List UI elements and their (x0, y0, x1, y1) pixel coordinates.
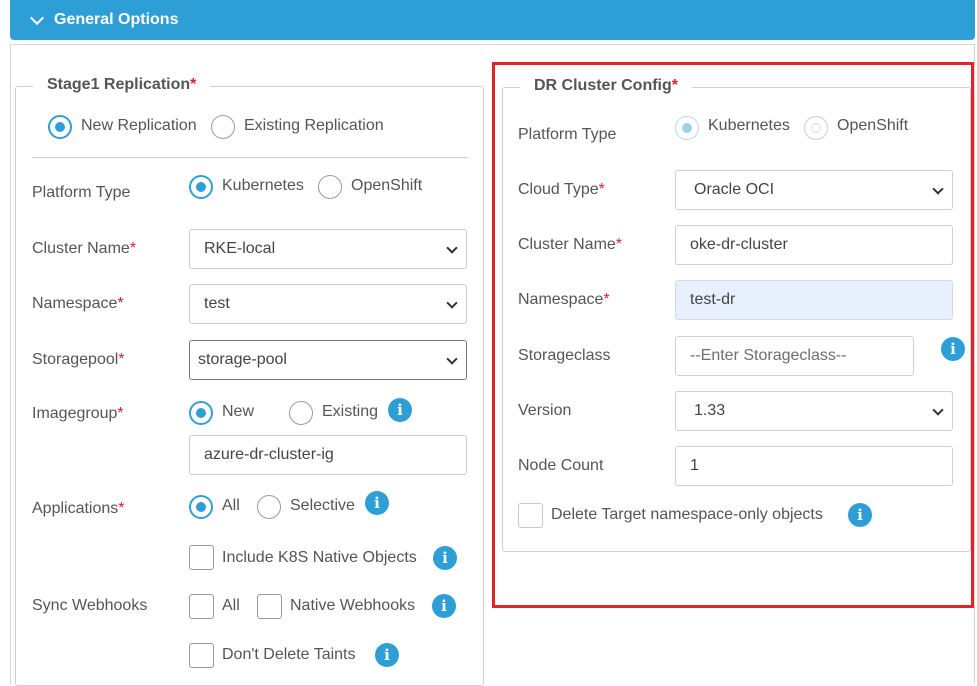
imagegroup-existing-radio[interactable] (289, 401, 313, 425)
info-icon[interactable]: i (365, 491, 389, 515)
cluster-name-select[interactable]: RKE-local (189, 229, 467, 269)
applications-label-text: Applications (32, 500, 119, 517)
applications-selective-radio[interactable] (257, 495, 281, 519)
include-k8s-checkbox[interactable] (189, 545, 214, 570)
general-options-header[interactable]: General Options (10, 0, 975, 40)
namespace-value: test (204, 295, 230, 312)
imagegroup-existing-label: Existing (322, 403, 379, 420)
existing-replication-label: Existing Replication (244, 117, 384, 134)
imagegroup-label-text: Imagegroup (32, 405, 118, 422)
storagepool-select[interactable]: storage-pool (189, 340, 467, 380)
cluster-name-value: RKE-local (204, 240, 276, 257)
required-mark: * (117, 295, 124, 312)
required-mark: * (118, 351, 125, 368)
info-icon[interactable]: i (433, 546, 457, 570)
chevron-down-icon (446, 353, 458, 365)
header-title: General Options (54, 11, 179, 28)
applications-all-label: All (222, 497, 240, 514)
required-mark: * (190, 76, 197, 93)
sync-webhooks-label: Sync Webhooks (32, 597, 148, 614)
info-icon[interactable]: i (375, 643, 399, 667)
native-webhooks-label: Native Webhooks (290, 597, 416, 614)
kubernetes-label: Kubernetes (222, 177, 304, 194)
applications-selective-label: Selective (290, 497, 355, 514)
new-replication-radio[interactable] (48, 115, 72, 139)
storagepool-label-text: Storagepool (32, 351, 119, 368)
stage1-legend: Stage1 Replication* (33, 76, 211, 94)
highlight-box (492, 62, 974, 608)
existing-replication-radio[interactable] (211, 115, 235, 139)
storagepool-label: Storagepool* (32, 351, 125, 369)
cluster-name-label: Cluster Name* (32, 240, 136, 258)
cluster-name-label-text: Cluster Name (32, 240, 130, 257)
required-mark: * (129, 240, 137, 257)
openshift-label: OpenShift (351, 177, 423, 194)
namespace-label: Namespace* (32, 295, 124, 313)
required-mark: * (118, 500, 125, 517)
kubernetes-radio[interactable] (189, 175, 213, 199)
new-replication-label: New Replication (81, 117, 197, 134)
applications-all-radio[interactable] (189, 495, 213, 519)
chevron-down-icon (446, 297, 458, 309)
info-icon[interactable]: i (432, 594, 456, 618)
applications-label: Applications* (32, 500, 125, 518)
platform-type-label: Platform Type (32, 184, 131, 201)
imagegroup-label: Imagegroup* (32, 405, 124, 423)
imagegroup-input[interactable]: azure-dr-cluster-ig (189, 435, 467, 475)
chevron-down-icon (446, 242, 458, 254)
namespace-label-text: Namespace (32, 295, 118, 312)
imagegroup-new-label: New (222, 403, 255, 420)
info-icon[interactable]: i (388, 398, 412, 422)
storagepool-value: storage-pool (198, 351, 287, 368)
openshift-radio[interactable] (318, 175, 342, 199)
webhooks-all-checkbox[interactable] (189, 594, 214, 619)
required-mark: * (117, 405, 124, 422)
stage1-legend-text: Stage1 Replication (47, 76, 191, 93)
divider (32, 157, 468, 158)
stage1-fieldset (15, 86, 484, 686)
dont-delete-taints-checkbox[interactable] (189, 643, 214, 668)
webhooks-all-label: All (222, 597, 240, 614)
namespace-select[interactable]: test (189, 284, 467, 324)
imagegroup-new-radio[interactable] (189, 401, 213, 425)
dont-delete-taints-label: Don't Delete Taints (222, 646, 356, 663)
native-webhooks-checkbox[interactable] (257, 594, 282, 619)
include-k8s-label: Include K8S Native Objects (222, 549, 417, 566)
chevron-down-icon (29, 10, 45, 25)
